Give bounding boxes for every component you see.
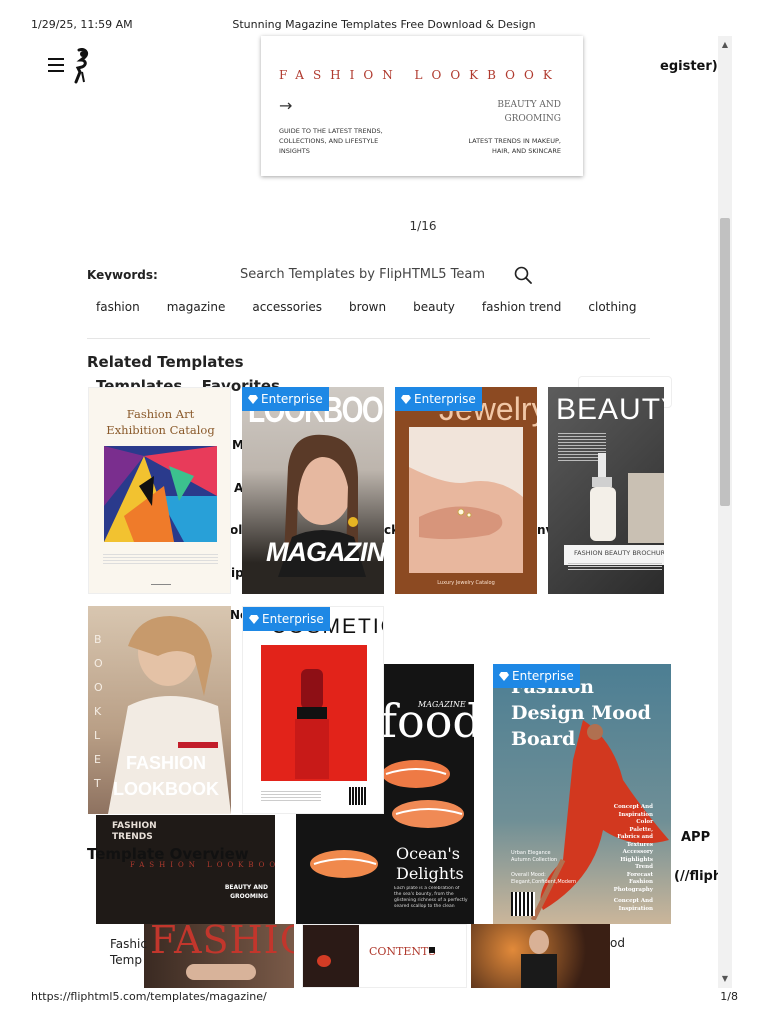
bottom-text: Fashic Temp <box>110 936 147 968</box>
template-card-fashion[interactable]: FASHION <box>144 924 294 988</box>
od-text: od <box>610 936 625 950</box>
diamond-icon <box>248 395 258 404</box>
qr-code-icon <box>349 787 367 805</box>
search-input[interactable]: Search Templates by FlipHTML5 Team <box>240 267 485 282</box>
page-indicator: 1/16 <box>409 219 437 233</box>
card-title: BEAUTY <box>556 393 664 426</box>
template-card-mood-board[interactable]: Enterprise Fashion Design Mood Board Urb… <box>493 664 671 924</box>
print-header: 1/29/25, 11:59 AM Stunning Magazine Temp… <box>0 18 768 32</box>
arrow-right-icon: → <box>279 96 293 115</box>
card-subtitle: Ocean's Delights <box>396 844 464 883</box>
diamond-icon <box>401 395 411 404</box>
hand-jewelry-image <box>409 427 523 573</box>
keyword-tags: fashion magazine accessories brown beaut… <box>96 300 664 314</box>
card-subtitle: MAGAZINE <box>266 537 384 567</box>
tag-accessories[interactable]: accessories <box>252 300 322 314</box>
mood-right-text: Concept And Inspiration Color Palette, F… <box>613 804 653 893</box>
face-image <box>186 964 256 980</box>
scrollbar-thumb[interactable] <box>720 218 730 506</box>
tag-beauty[interactable]: beauty <box>413 300 455 314</box>
flipbook-preview-page[interactable]: FASHION LOOKBOOK → BEAUTY AND GROOMING G… <box>261 36 583 176</box>
square-icon <box>429 947 435 953</box>
template-card-fashion-trends[interactable]: FASHION TRENDS FASHION LOOKBOOK BEAUTY A… <box>96 815 275 924</box>
mood-overall-text: Overall Mood: Elegant,Confident,Modern <box>511 872 577 885</box>
qr-code-icon <box>511 892 535 916</box>
print-title: Stunning Magazine Templates Free Downloa… <box>232 18 536 31</box>
serum-bottle-image <box>590 453 664 543</box>
template-overview-heading: Template Overview <box>87 845 249 863</box>
scroll-down-arrow-icon[interactable]: ▼ <box>718 972 732 986</box>
food-photo-image <box>303 925 359 987</box>
related-templates-heading: Related Templates <box>87 353 244 371</box>
card-body-text <box>103 554 218 566</box>
badge-label: Enterprise <box>512 669 574 683</box>
diamond-icon <box>499 672 509 681</box>
ghost-text: ol <box>230 523 243 537</box>
card-footer: Luxury Jewelry Catalog <box>437 580 495 586</box>
preview-title: FASHION LOOKBOOK <box>279 68 561 82</box>
enterprise-badge: Enterprise <box>242 387 329 411</box>
brand-stripe <box>178 742 218 748</box>
badge-label: Enterprise <box>414 392 476 406</box>
register-link[interactable]: egister) <box>660 59 718 74</box>
hamburger-menu-icon[interactable] <box>48 58 64 72</box>
tag-clothing[interactable]: clothing <box>588 300 636 314</box>
badge-label: Enterprise <box>262 612 324 626</box>
preview-right-text: LATEST TRENDS IN MAKEUP, HAIR, AND SKINC… <box>468 137 561 155</box>
sushi-image <box>310 850 378 878</box>
badge-label: Enterprise <box>261 392 323 406</box>
tag-fashion-trend[interactable]: fashion trend <box>482 300 562 314</box>
card-title: CONTENTS <box>369 945 436 958</box>
template-card-beauty-brochure[interactable]: BEAUTY FASHION BEAUTY BROCHURE <box>548 387 664 594</box>
template-card-runway[interactable] <box>471 924 610 988</box>
lipstick-image <box>261 645 367 781</box>
card-side-text: BOOKLET <box>94 633 103 790</box>
template-card-fashion-lookbook[interactable]: BOOKLET FASHION LOOKBOOK <box>88 606 231 814</box>
preview-right-heading: BEAUTY AND GROOMING <box>497 100 561 124</box>
card-label: FASHION TRENDS <box>112 821 157 842</box>
model-face-image <box>529 930 549 954</box>
model-body-image <box>521 954 557 988</box>
fliphtml5-logo[interactable] <box>70 48 92 84</box>
card-band-text: FASHION BEAUTY BROCHURE <box>574 549 664 557</box>
diamond-icon <box>249 615 259 624</box>
mood-bottom-right: Concept And Inspiration <box>613 898 653 912</box>
preview-left-text: GUIDE TO THE LATEST TRENDS, COLLECTIONS,… <box>279 127 383 155</box>
card-desc: Each plate is a celebration of the sea's… <box>394 886 468 909</box>
template-card-art-catalog[interactable]: Fashion Art Exhibition Catalog <box>88 387 231 594</box>
card-rule <box>151 584 171 585</box>
card-title: FASHION LOOKBOOK <box>113 753 219 799</box>
tag-brown[interactable]: brown <box>349 300 386 314</box>
card-title: Fashion Art Exhibition Catalog <box>106 407 215 437</box>
keywords-label: Keywords: <box>87 268 158 280</box>
enterprise-badge: Enterprise <box>395 387 482 411</box>
template-card-lookbook-magazine[interactable]: Enterprise LOOKBOOK MAGAZINE <box>242 387 384 594</box>
print-url: https://fliphtml5.com/templates/magazine… <box>31 990 267 1003</box>
card-body-text <box>568 563 662 571</box>
card-title: FASHION <box>150 924 294 962</box>
tag-fashion[interactable]: fashion <box>96 300 140 314</box>
tag-magazine[interactable]: magazine <box>167 300 226 314</box>
mood-left-text: Urban Elegance Autumn Collection <box>511 850 558 863</box>
enterprise-badge: Enterprise <box>243 607 330 631</box>
app-label[interactable]: APP <box>681 830 710 845</box>
print-page-number: 1/8 <box>720 990 738 1003</box>
bottom-text-line: Fashic <box>110 937 147 951</box>
template-card-cosmetic[interactable]: Enterprise COSMETIC <box>242 606 384 814</box>
card-subtitle: BEAUTY AND GROOMING <box>224 884 268 900</box>
template-card-jewelry[interactable]: Enterprise Jewelry Luxury Jewelry Catalo… <box>395 387 537 594</box>
divider <box>87 338 650 339</box>
scrollbar[interactable]: ▲ ▼ <box>718 36 732 988</box>
enterprise-badge: Enterprise <box>493 664 580 688</box>
bottom-text-line: Temp <box>110 953 142 967</box>
scroll-up-arrow-icon[interactable]: ▲ <box>718 38 732 52</box>
card-title: food <box>380 694 474 748</box>
sushi-image <box>382 760 464 828</box>
card-body-text <box>261 791 321 803</box>
link-fragment[interactable]: (//flipht <box>674 869 718 884</box>
search-icon[interactable] <box>514 266 532 284</box>
abstract-art-image <box>104 446 217 542</box>
template-card-contents[interactable]: CONTENTS <box>302 924 467 988</box>
